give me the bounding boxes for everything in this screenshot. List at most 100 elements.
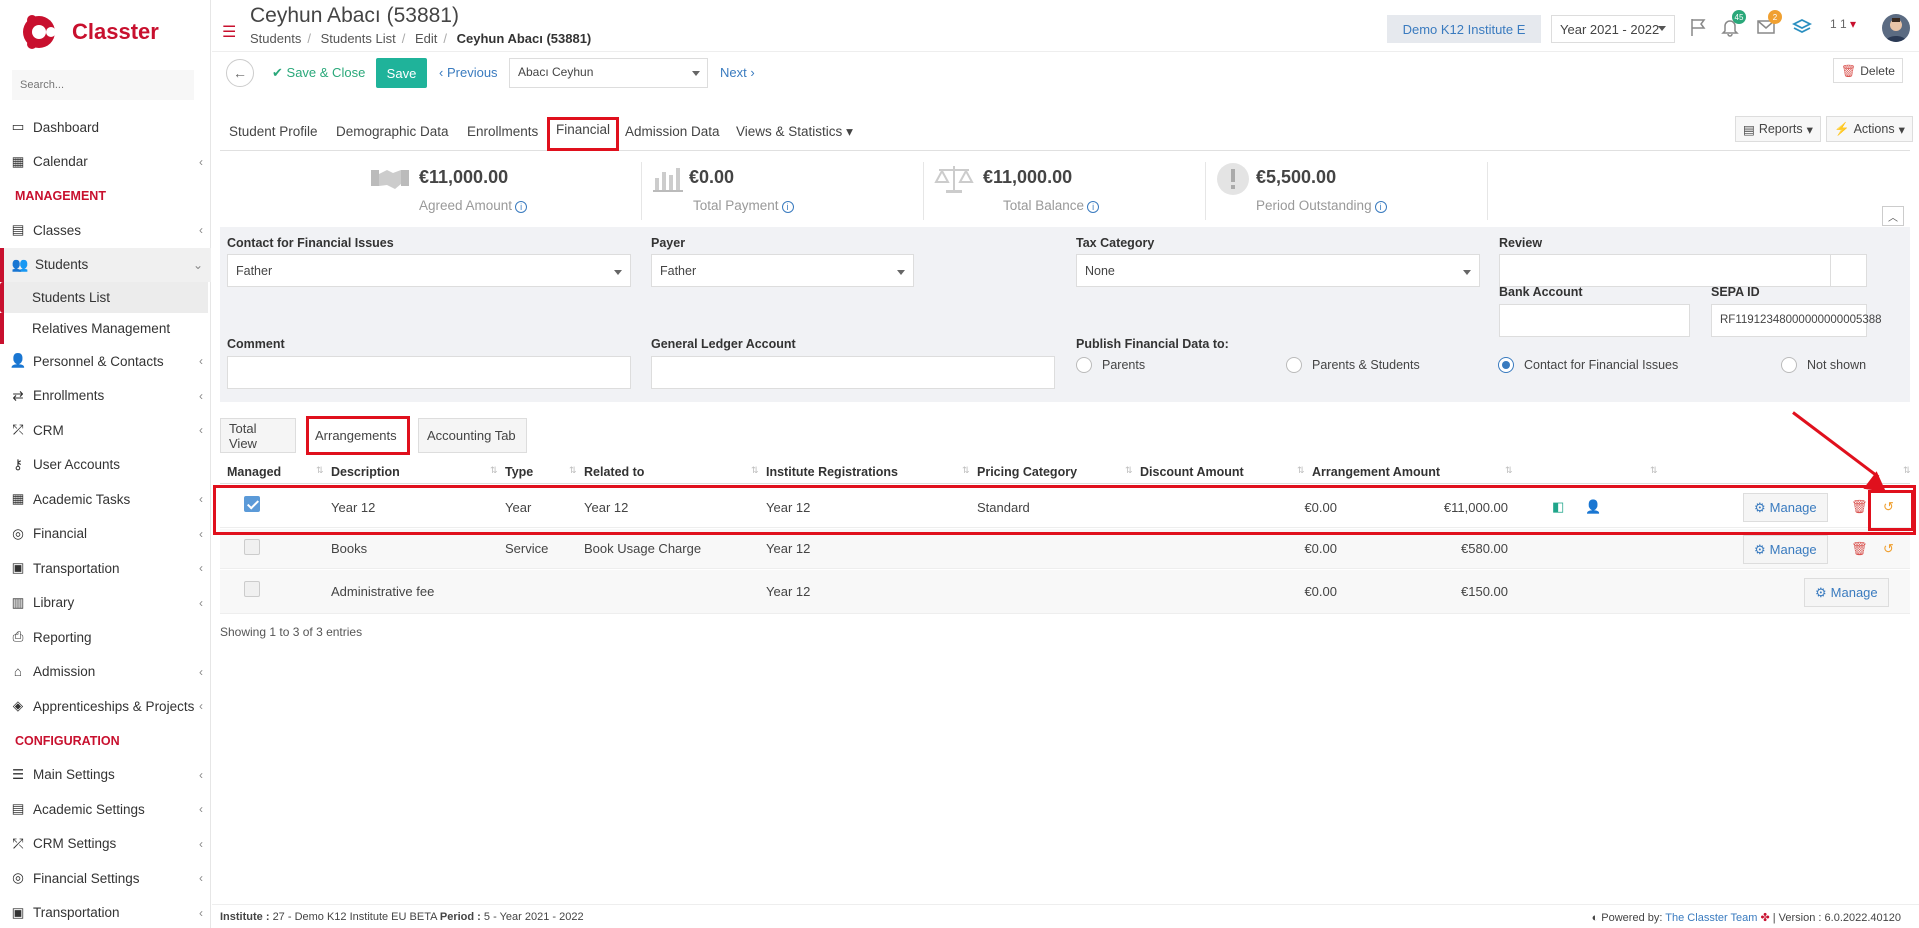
logo[interactable]: Classter <box>20 12 159 52</box>
publish-radio-contact[interactable]: Contact for Financial Issues <box>1498 357 1678 373</box>
sidebar-item-enrollments[interactable]: ⇄ Enrollments ‹ <box>0 379 211 414</box>
column-header[interactable]: Managed <box>227 465 281 479</box>
student-select[interactable]: Abacı Ceyhun <box>509 58 708 88</box>
tab-financial[interactable]: Financial <box>556 122 610 137</box>
collapse-button[interactable]: ︿ <box>1882 206 1904 226</box>
table-row[interactable]: Books Service Book Usage Charge Year 12 … <box>220 529 1910 569</box>
sidebar-item-students[interactable]: 👥 Students ⌄ <box>0 247 211 282</box>
trash-icon[interactable]: 🗑 <box>1851 499 1868 515</box>
trash-icon[interactable]: 🗑 <box>1851 541 1868 557</box>
manage-button[interactable]: ⚙ Manage <box>1743 493 1828 522</box>
sidebar-item-crm-settings[interactable]: ⤱ CRM Settings ‹ <box>0 827 211 862</box>
table-row[interactable]: Year 12 Year Year 12 Year 12 Standard €0… <box>220 488 1910 528</box>
column-header[interactable]: Type <box>505 465 533 479</box>
year-select[interactable]: Year 2021 - 2022 <box>1551 15 1675 43</box>
tab-admission-data[interactable]: Admission Data <box>625 124 720 139</box>
sidebar-item-crm[interactable]: ⤱ CRM ‹ <box>0 413 211 448</box>
sidebar-subitem-students-list[interactable]: Students List <box>0 282 208 313</box>
team-link[interactable]: The Classter Team <box>1665 912 1757 924</box>
avatar[interactable] <box>1882 14 1910 42</box>
bank-account-input[interactable] <box>1499 304 1690 337</box>
sort-icon[interactable]: ⇅ <box>490 465 498 476</box>
sidebar-item-user-accounts[interactable]: ⚷ User Accounts <box>0 448 211 483</box>
sidebar-item-library[interactable]: ▥ Library ‹ <box>0 586 211 621</box>
column-header[interactable]: Pricing Category <box>977 465 1077 479</box>
contact-select[interactable]: Father <box>227 254 631 287</box>
delete-button[interactable]: 🗑 Delete <box>1833 58 1903 83</box>
hamburger-menu-icon[interactable]: ☰ <box>222 22 236 42</box>
sort-icon[interactable]: ⇅ <box>1903 465 1911 476</box>
sort-icon[interactable]: ⇅ <box>962 465 970 476</box>
next-button[interactable]: Next › <box>720 65 755 80</box>
sidebar-item-financial[interactable]: ◎ Financial ‹ <box>0 517 211 552</box>
sidebar-item-reporting[interactable]: ⎙ Reporting <box>0 620 211 655</box>
column-header[interactable]: Institute Registrations <box>766 465 898 479</box>
tax-category-select[interactable]: None <box>1076 254 1480 287</box>
sidebar-item-apprenticeships[interactable]: ◈ Apprenticeships & Projects ‹ <box>0 689 211 724</box>
managed-checkbox[interactable] <box>244 581 260 597</box>
user-check-icon[interactable]: 👤 <box>1585 499 1601 515</box>
sidebar-item-transportation[interactable]: ▣ Transportation ‹ <box>0 551 211 586</box>
sidebar-item-classes[interactable]: ▤ Classes ‹ <box>0 213 211 248</box>
sort-icon[interactable]: ⇅ <box>316 465 324 476</box>
sepa-id-input[interactable]: RF11912348000000000005388 <box>1711 304 1882 337</box>
history-icon[interactable]: ↺ <box>1883 499 1894 515</box>
info-icon[interactable]: i <box>1087 201 1100 213</box>
subtab-arrangements[interactable]: Arrangements <box>306 418 408 453</box>
user-menu[interactable]: 1 1 ▾ <box>1830 17 1856 31</box>
column-header[interactable]: Discount Amount <box>1140 465 1244 479</box>
column-header[interactable]: Arrangement Amount <box>1312 465 1440 479</box>
sort-icon[interactable]: ⇅ <box>1125 465 1133 476</box>
institute-button[interactable]: Demo K12 Institute E <box>1387 15 1541 43</box>
publish-radio-parents[interactable]: Parents <box>1076 357 1145 373</box>
info-icon[interactable]: i <box>781 201 794 213</box>
tab-enrollments[interactable]: Enrollments <box>467 124 538 139</box>
manage-button[interactable]: ⚙ Manage <box>1743 535 1828 564</box>
sidebar-item-main-settings[interactable]: ☰ Main Settings ‹ <box>0 758 211 793</box>
table-row[interactable]: Administrative fee Year 12 €0.00 €150.00… <box>220 570 1910 614</box>
breadcrumb-item[interactable]: Students <box>250 31 301 46</box>
sort-icon[interactable]: ⇅ <box>1297 465 1305 476</box>
breadcrumb-item[interactable]: Edit <box>415 31 437 46</box>
managed-checkbox[interactable] <box>244 539 260 555</box>
sidebar-item-calendar[interactable]: ▦ Calendar ‹ <box>0 145 211 180</box>
history-icon[interactable]: ↺ <box>1883 541 1894 557</box>
tab-demographic-data[interactable]: Demographic Data <box>336 124 449 139</box>
sidebar-search-input[interactable] <box>12 70 194 100</box>
flag-icon[interactable] <box>1687 16 1711 38</box>
sort-icon[interactable]: ⇅ <box>751 465 759 476</box>
sidebar-item-dashboard[interactable]: ▭ Dashboard <box>0 110 211 145</box>
sort-icon[interactable]: ⇅ <box>569 465 577 476</box>
review-input[interactable] <box>1499 254 1867 287</box>
reports-button[interactable]: ▤ Reports ▾ <box>1735 116 1821 142</box>
previous-button[interactable]: ‹ Previous <box>439 65 498 80</box>
comment-input[interactable] <box>227 356 631 389</box>
sort-icon[interactable]: ⇅ <box>1650 465 1658 476</box>
save-close-button[interactable]: ✔ Save & Close <box>272 65 365 81</box>
bell-icon[interactable]: 45 <box>1718 10 1746 38</box>
managed-checkbox[interactable] <box>244 496 260 512</box>
envelope-icon[interactable]: 2 <box>1754 10 1782 38</box>
sidebar-item-admission[interactable]: ⌂ Admission ‹ <box>0 655 211 690</box>
gl-account-input[interactable] <box>651 356 1055 389</box>
sidebar-item-personnel[interactable]: 👤 Personnel & Contacts ‹ <box>0 344 211 379</box>
actions-button[interactable]: ⚡ Actions ▾ <box>1826 116 1913 142</box>
tab-student-profile[interactable]: Student Profile <box>229 124 318 139</box>
sidebar-item-financial-settings[interactable]: ◎ Financial Settings ‹ <box>0 861 211 896</box>
tab-views-statistics[interactable]: Views & Statistics ▾ <box>736 124 853 140</box>
breadcrumb-item[interactable]: Students List <box>321 31 396 46</box>
payer-select[interactable]: Father <box>651 254 914 287</box>
layers-icon[interactable] <box>1790 16 1814 38</box>
column-header[interactable]: Description <box>331 465 400 479</box>
money-icon[interactable]: ◧ <box>1552 499 1564 515</box>
info-icon[interactable]: i <box>515 201 528 213</box>
column-header[interactable]: Related to <box>584 465 644 479</box>
back-button[interactable]: ← <box>226 59 254 87</box>
publish-radio-not-shown[interactable]: Not shown <box>1781 357 1866 373</box>
save-button[interactable]: Save <box>376 58 427 88</box>
sidebar-item-transportation-settings[interactable]: ▣ Transportation ‹ <box>0 896 211 928</box>
sidebar-item-academic-settings[interactable]: ▤ Academic Settings ‹ <box>0 792 211 827</box>
subtab-accounting[interactable]: Accounting Tab <box>418 418 527 453</box>
sort-icon[interactable]: ⇅ <box>1505 465 1513 476</box>
subtab-total-view[interactable]: Total View <box>220 418 296 453</box>
